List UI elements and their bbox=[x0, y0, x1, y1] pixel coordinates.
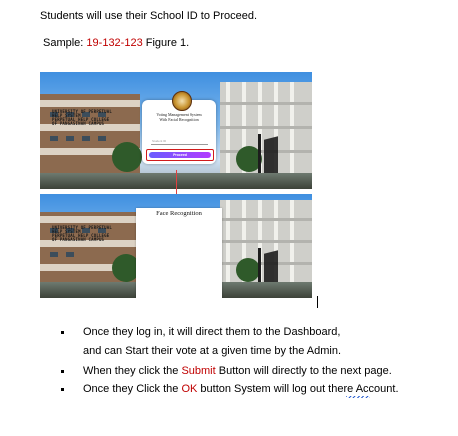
campus-sign: UNIVERSITY OF PERPETUAL HELP SYSTEM PERPE… bbox=[52, 225, 112, 242]
ok-keyword: OK bbox=[181, 383, 198, 395]
sample-line: Sample: 19-132-123 Figure 1. bbox=[43, 37, 189, 50]
student-id-input[interactable]: Student ID bbox=[151, 138, 208, 145]
sample-id: 19-132-123 bbox=[86, 37, 143, 49]
face-recognition-title: Face Recognition bbox=[156, 210, 202, 217]
proceed-button-highlight: Proceed bbox=[146, 149, 214, 161]
bullet-1-text: Once they log in, it will direct them to… bbox=[83, 326, 341, 338]
campus-sign: UNIVERSITY OF PERPETUAL HELP SYSTEM PERPE… bbox=[52, 109, 112, 126]
app-title: Voting Management System With Facial Rec… bbox=[156, 112, 202, 122]
spellcheck-underline bbox=[346, 396, 370, 398]
intro-text: Students will use their School ID to Pro… bbox=[40, 10, 258, 22]
submit-keyword: Submit bbox=[181, 365, 216, 377]
text-cursor bbox=[317, 296, 318, 308]
face-recognition-panel: Face Recognition bbox=[136, 208, 222, 298]
bullet-marker bbox=[61, 331, 64, 334]
proceed-button[interactable]: Proceed bbox=[149, 152, 211, 158]
university-seal-icon bbox=[172, 91, 192, 111]
bullet-2-text: When they click the Submit Button will d… bbox=[83, 365, 392, 377]
bullet-marker bbox=[61, 370, 64, 373]
login-card: Voting Management System With Facial Rec… bbox=[142, 91, 216, 164]
sample-label: Sample: bbox=[43, 37, 84, 49]
figure-caption: Figure 1. bbox=[145, 37, 190, 49]
bullet-3-text: Once they Click the OK button System wil… bbox=[83, 383, 399, 395]
bullet-1-continuation: and can Start their vote at a given time… bbox=[83, 345, 342, 357]
face-recognition-screenshot: UNIVERSITY OF PERPETUAL HELP SYSTEM PERPE… bbox=[40, 194, 312, 298]
bullet-marker bbox=[61, 388, 64, 391]
